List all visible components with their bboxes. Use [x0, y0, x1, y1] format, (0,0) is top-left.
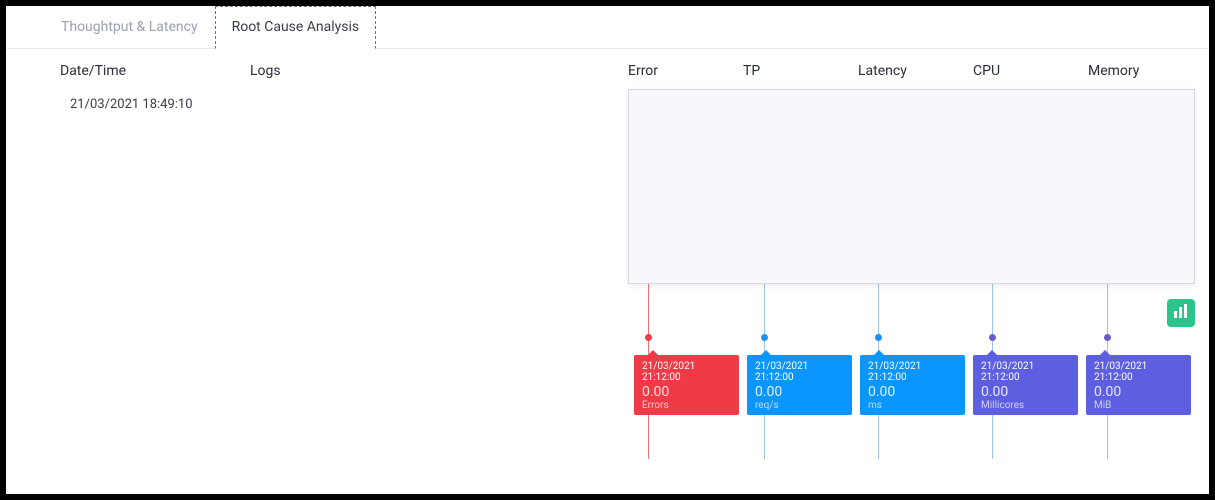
tooltip-time: 21/03/2021 21:12:00: [981, 361, 1070, 383]
tab-throughput-latency[interactable]: Thoughtput & Latency: [44, 6, 215, 48]
column-headers: Date/Time Logs Error TP Latency CPU Memo…: [6, 49, 1209, 93]
tooltip-time: 21/03/2021 21:12:00: [642, 361, 731, 383]
tooltip-value: 0.00: [755, 384, 844, 400]
header-cpu: CPU: [973, 63, 1088, 79]
tooltip-label: Millicores: [981, 400, 1070, 411]
tooltip-label: Errors: [642, 400, 731, 411]
tooltip-value: 0.00: [642, 384, 731, 400]
header-error: Error: [628, 63, 743, 79]
metric-tooltip: 21/03/2021 21:12:000.00MiB: [1086, 355, 1191, 415]
header-memory: Memory: [1088, 63, 1203, 79]
tooltip-value: 0.00: [868, 384, 957, 400]
metric-dot: [989, 334, 996, 341]
metric-tooltip: 21/03/2021 21:12:000.00req/s: [747, 355, 852, 415]
tooltip-label: req/s: [755, 400, 844, 411]
chart-toggle-button[interactable]: [1167, 299, 1195, 327]
tabs: Thoughtput & Latency Root Cause Analysis: [6, 6, 1209, 49]
metric-dot: [1104, 334, 1111, 341]
tooltip-label: MiB: [1094, 400, 1183, 411]
metrics-zone: 21/03/2021 21:12:000.00Errors21/03/2021 …: [628, 93, 1209, 112]
header-date: Date/Time: [60, 63, 250, 79]
tooltip-time: 21/03/2021 21:12:00: [1094, 361, 1183, 383]
cell-logs: [250, 93, 628, 112]
metric-dot: [875, 334, 882, 341]
metric-tooltip: 21/03/2021 21:12:000.00ms: [860, 355, 965, 415]
tooltip-value: 0.00: [1094, 384, 1183, 400]
header-tp: TP: [743, 63, 858, 79]
chart-panel[interactable]: [628, 89, 1195, 284]
tooltip-value: 0.00: [981, 384, 1070, 400]
metric-dot: [761, 334, 768, 341]
metric-tooltip: 21/03/2021 21:12:000.00Errors: [634, 355, 739, 415]
tooltip-label: ms: [868, 400, 957, 411]
data-row: 21/03/2021 18:49:10 21/03/2021 21:12:000…: [6, 93, 1209, 112]
header-latency: Latency: [858, 63, 973, 79]
tab-root-cause-analysis[interactable]: Root Cause Analysis: [215, 6, 377, 49]
cell-datetime: 21/03/2021 18:49:10: [70, 93, 250, 112]
tooltip-time: 21/03/2021 21:12:00: [868, 361, 957, 383]
bar-chart-icon: [1173, 303, 1189, 323]
metric-dot: [645, 334, 652, 341]
metric-tooltip: 21/03/2021 21:12:000.00Millicores: [973, 355, 1078, 415]
tooltip-time: 21/03/2021 21:12:00: [755, 361, 844, 383]
header-logs: Logs: [250, 63, 628, 79]
